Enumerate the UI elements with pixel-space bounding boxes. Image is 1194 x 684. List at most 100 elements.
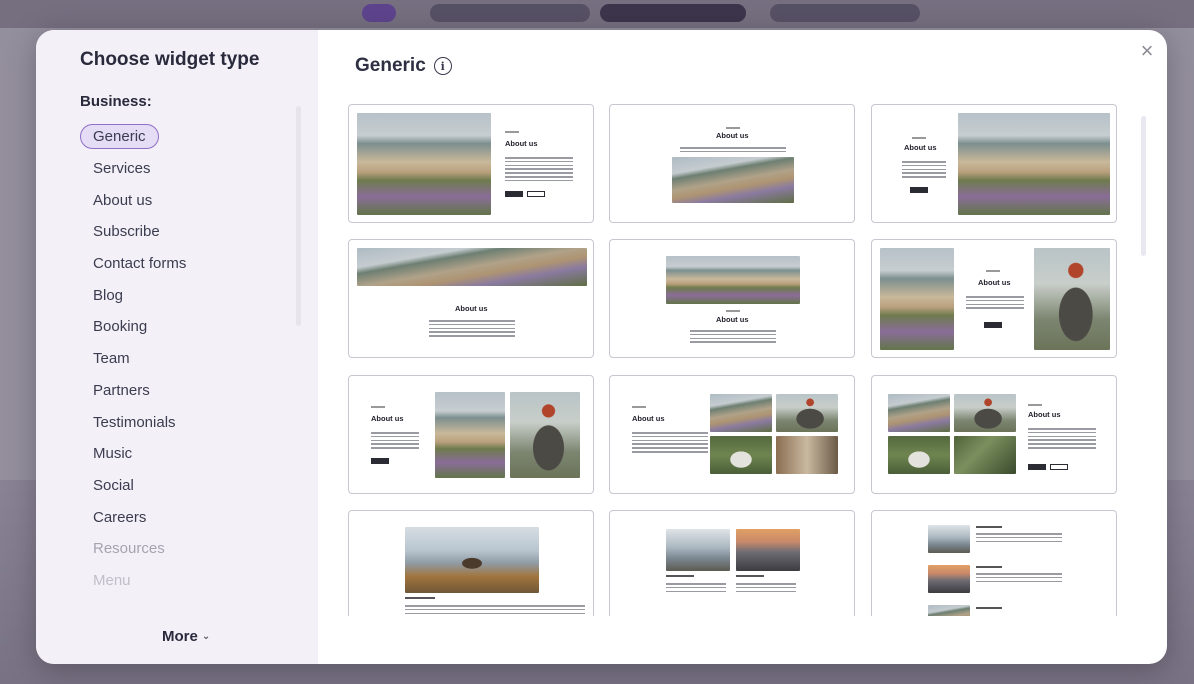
sidebar-item-contact-forms[interactable]: Contact forms <box>80 248 300 280</box>
sidebar-item-label: Contact forms <box>93 255 187 273</box>
thumbnail-text <box>976 566 1002 568</box>
thumbnail-text <box>666 575 694 577</box>
template-grid: About us About us About us About us Abou… <box>348 104 1148 616</box>
sidebar-item-team[interactable]: Team <box>80 343 300 375</box>
sidebar-item-label: Music <box>93 445 133 463</box>
thumbnail-image <box>710 436 772 474</box>
thumbnail-image <box>357 248 587 286</box>
thumbnail-heading: About us <box>716 131 749 140</box>
thumbnail-button <box>371 458 389 464</box>
thumbnail-heading: About us <box>904 143 937 152</box>
template-card[interactable]: About us <box>871 375 1117 494</box>
template-card[interactable] <box>871 510 1117 616</box>
sidebar-item-label: About us <box>93 191 153 209</box>
sidebar-item-booking[interactable]: Booking <box>80 311 300 343</box>
thumbnail-heading: About us <box>1028 410 1061 419</box>
thumbnail-kicker <box>632 406 646 408</box>
thumbnail-heading: About us <box>632 414 665 423</box>
thumbnail-kicker <box>986 270 1000 272</box>
thumbnail-text <box>632 432 708 455</box>
template-card[interactable]: About us <box>871 104 1117 223</box>
thumbnail-button <box>910 187 928 193</box>
thumbnail-text <box>1028 428 1096 451</box>
template-card[interactable] <box>609 510 855 616</box>
sidebar-item-label: Careers <box>93 508 147 526</box>
sidebar-item-menu[interactable]: Menu <box>80 565 300 597</box>
template-card[interactable]: About us <box>348 375 594 494</box>
chevron-down-icon: ⌄ <box>201 631 211 642</box>
thumbnail-heading: About us <box>371 414 404 423</box>
thumbnail-text <box>405 605 585 616</box>
template-card[interactable]: About us <box>348 239 594 358</box>
template-card[interactable]: About us <box>348 104 594 223</box>
thumbnail-button <box>527 191 545 197</box>
sidebar-item-label: Menu <box>93 571 131 589</box>
thumbnail-text <box>666 583 726 594</box>
sidebar-item-blog[interactable]: Blog <box>80 279 300 311</box>
section-heading: Business: <box>80 93 152 110</box>
sidebar-scrollbar[interactable] <box>296 106 301 326</box>
thumbnail-text <box>976 526 1002 528</box>
thumbnail-text <box>902 161 946 180</box>
thumbnail-text <box>371 432 419 451</box>
sidebar-item-partners[interactable]: Partners <box>80 375 300 407</box>
sidebar-item-services[interactable]: Services <box>80 153 300 185</box>
thumbnail-text <box>736 575 764 577</box>
sidebar-item-label: Booking <box>93 318 148 336</box>
sidebar-item-generic[interactable]: Generic <box>80 121 300 153</box>
thumbnail-button <box>1050 464 1068 470</box>
close-icon[interactable]: × <box>1136 40 1158 62</box>
sidebar-item-label: Generic <box>80 124 159 150</box>
thumbnail-image <box>880 248 954 350</box>
thumbnail-image <box>1034 248 1110 350</box>
sidebar-item-resources[interactable]: Resources <box>80 533 300 565</box>
template-card[interactable]: About us <box>871 239 1117 358</box>
thumbnail-text <box>429 320 515 339</box>
thumbnail-image <box>928 605 970 616</box>
thumbnail-image <box>666 256 800 304</box>
sidebar-item-label: Services <box>93 160 151 178</box>
sidebar-item-testimonials[interactable]: Testimonials <box>80 406 300 438</box>
more-label: More <box>162 628 198 645</box>
more-button[interactable]: More ⌄ <box>162 628 210 645</box>
template-card[interactable]: About us <box>609 239 855 358</box>
thumbnail-image <box>510 392 580 478</box>
thumbnail-kicker <box>726 310 740 312</box>
sidebar-item-label: Social <box>93 476 134 494</box>
category-list: Generic Services About us Subscribe Contact … <box>80 121 300 596</box>
thumbnail-image <box>710 394 772 432</box>
sidebar-item-about-us[interactable]: About us <box>80 184 300 216</box>
thumbnail-image <box>954 394 1016 432</box>
grid-scrollbar[interactable] <box>1141 116 1146 256</box>
sidebar-item-music[interactable]: Music <box>80 438 300 470</box>
template-card[interactable] <box>348 510 594 616</box>
thumbnail-text <box>405 597 435 599</box>
thumbnail-image <box>736 529 800 571</box>
thumbnail-image <box>357 113 491 215</box>
thumbnail-button <box>984 322 1002 328</box>
info-icon[interactable]: i <box>433 57 452 75</box>
sidebar-item-label: Subscribe <box>93 223 160 241</box>
thumbnail-text <box>976 533 1062 544</box>
thumbnail-text <box>680 147 786 155</box>
thumbnail-image <box>776 436 838 474</box>
thumbnail-heading: About us <box>455 304 488 313</box>
widget-type-modal: Choose widget type Business: Generic Serv… <box>36 30 1167 664</box>
thumbnail-kicker <box>505 131 519 133</box>
thumbnail-kicker <box>1028 404 1042 406</box>
thumbnail-text <box>690 330 776 345</box>
sidebar-item-label: Testimonials <box>93 413 176 431</box>
thumbnail-heading: About us <box>978 278 1011 287</box>
thumbnail-button <box>505 191 523 197</box>
thumbnail-text <box>976 607 1002 609</box>
category-sidebar: Choose widget type Business: Generic Serv… <box>36 30 318 664</box>
template-card[interactable]: About us <box>609 375 855 494</box>
thumbnail-image <box>666 529 730 571</box>
thumbnail-image <box>435 392 505 478</box>
sidebar-item-subscribe[interactable]: Subscribe <box>80 216 300 248</box>
sidebar-item-careers[interactable]: Careers <box>80 501 300 533</box>
thumbnail-heading: About us <box>505 139 538 148</box>
thumbnail-kicker <box>726 127 740 129</box>
template-card[interactable]: About us <box>609 104 855 223</box>
sidebar-item-social[interactable]: Social <box>80 470 300 502</box>
